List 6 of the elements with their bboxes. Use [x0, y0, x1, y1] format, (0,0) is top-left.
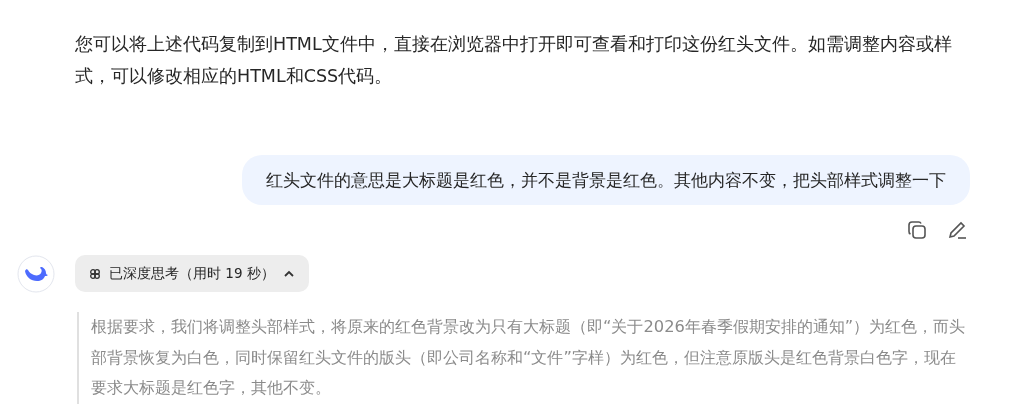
- user-message: 红头文件的意思是大标题是红色，并不是背景是红色。其他内容不变，把头部样式调整一下: [242, 155, 970, 205]
- copy-icon[interactable]: [906, 219, 928, 241]
- thinking-toggle[interactable]: 已深度思考（用时 19 秒）: [75, 255, 309, 292]
- edit-icon[interactable]: [946, 219, 968, 241]
- reply-paragraph: 您可以将上述代码复制到HTML文件中，直接在浏览器中打开即可查看和打印这份红头文件。如需调整内容或样式，可以修改相应的HTML和CSS代码。: [75, 33, 953, 88]
- thinking-text: 根据要求，我们将调整头部样式，将原来的红色背景改为只有大标题（即“关于2026年春季假期安排的通知”）为红色，而头部背景恢复为白色，同时保留红头文件的版头（即公司名称和“文件”字样）为红色，但注意原版头是红色背景白色字，现在要求大标题是红色字，其他不变。: [77, 312, 970, 404]
